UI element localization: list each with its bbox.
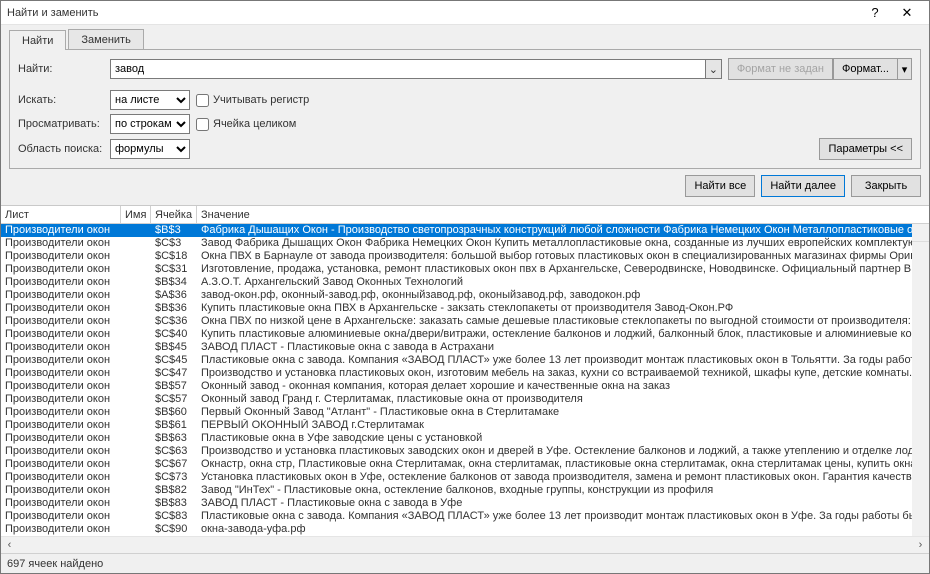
find-all-button[interactable]: Найти все <box>685 175 755 197</box>
table-row[interactable]: Производители окон$B$60Первый Оконный За… <box>1 406 929 419</box>
within-label: Искать: <box>18 94 110 106</box>
table-row[interactable]: Производители окон$B$3Фабрика Дышащих Ок… <box>1 224 929 237</box>
find-history-dropdown[interactable]: ⌄ <box>706 59 722 79</box>
results-list[interactable]: Производители окон$B$3Фабрика Дышащих Ок… <box>1 224 929 536</box>
chevron-down-icon: ▾ <box>902 63 908 76</box>
table-row[interactable]: Производители окон$B$45ЗАВОД ПЛАСТ - Пла… <box>1 341 929 354</box>
vertical-scrollbar[interactable] <box>912 224 929 536</box>
whole-cell-check[interactable]: Ячейка целиком <box>196 118 296 131</box>
horizontal-scrollbar[interactable]: ‹ › <box>1 536 929 553</box>
table-row[interactable]: Производители окон$B$83ЗАВОД ПЛАСТ - Пла… <box>1 497 929 510</box>
find-input[interactable] <box>110 59 706 79</box>
chevron-left-icon: ‹ <box>1 537 18 554</box>
help-button[interactable]: ? <box>859 2 891 24</box>
results-header: Лист Имя Ячейка Значение <box>1 206 929 224</box>
format-dropdown-button[interactable]: ▾ <box>898 58 912 80</box>
match-case-check[interactable]: Учитывать регистр <box>196 94 309 107</box>
table-row[interactable]: Производители окон$B$57Оконный завод - о… <box>1 380 929 393</box>
form-area: Найти Заменить Найти: ⌄ Формат не задан … <box>1 25 929 205</box>
find-next-button[interactable]: Найти далее <box>761 175 845 197</box>
titlebar: Найти и заменить ? ✕ <box>1 1 929 25</box>
tabs: Найти Заменить <box>9 25 921 49</box>
results-area: Лист Имя Ячейка Значение Производители о… <box>1 205 929 553</box>
dialog-title: Найти и заменить <box>7 7 859 19</box>
table-row[interactable]: Производители окон$B$82Завод "ИнТех" - П… <box>1 484 929 497</box>
table-row[interactable]: Производители окон$C$3Завод Фабрика Дыша… <box>1 237 929 250</box>
table-row[interactable]: Производители окон$B$61ПЕРВЫЙ ОКОННЫЙ ЗА… <box>1 419 929 432</box>
table-row[interactable]: Производители окон$C$40Купить пластиковы… <box>1 328 929 341</box>
no-format-button[interactable]: Формат не задан <box>728 58 833 80</box>
table-row[interactable]: Производители окон$B$63Пластиковые окна … <box>1 432 929 445</box>
table-row[interactable]: Производители окон$B$36Купить пластиковы… <box>1 302 929 315</box>
status-text: 697 ячеек найдено <box>7 558 103 570</box>
table-row[interactable]: Производители окон$C$36Окна ПВХ по низко… <box>1 315 929 328</box>
direction-select[interactable]: по строкам <box>110 114 190 134</box>
table-row[interactable]: Производители окон$C$73Установка пластик… <box>1 471 929 484</box>
look-in-label: Область поиска: <box>18 143 110 155</box>
table-row[interactable]: Производители окон$C$47Производство и ус… <box>1 367 929 380</box>
tab-find[interactable]: Найти <box>9 30 66 50</box>
chevron-right-icon: › <box>912 537 929 554</box>
close-button[interactable]: Закрыть <box>851 175 921 197</box>
within-select[interactable]: на листе <box>110 90 190 110</box>
tab-panel: Найти: ⌄ Формат не задан Формат... ▾ Иск… <box>9 49 921 169</box>
col-value-header[interactable]: Значение <box>197 206 911 223</box>
col-cell-header[interactable]: Ячейка <box>151 206 197 223</box>
table-row[interactable]: Производители окон$C$67Окнастр, окна стр… <box>1 458 929 471</box>
status-bar: 697 ячеек найдено <box>1 553 929 573</box>
chevron-down-icon: ⌄ <box>709 63 718 76</box>
direction-label: Просматривать: <box>18 118 110 130</box>
options-button[interactable]: Параметры << <box>819 138 912 160</box>
close-window-button[interactable]: ✕ <box>891 2 923 24</box>
table-row[interactable]: Производители окон$A$36завод-окон.рф, ок… <box>1 289 929 302</box>
table-row[interactable]: Производители окон$C$57Оконный завод Гра… <box>1 393 929 406</box>
table-row[interactable]: Производители окон$C$83Пластиковые окна … <box>1 510 929 523</box>
find-label: Найти: <box>18 63 110 75</box>
table-row[interactable]: Производители окон$C$90окна-завода-уфа.р… <box>1 523 929 536</box>
format-button[interactable]: Формат... <box>833 58 898 80</box>
table-row[interactable]: Производители окон$B$34А.З.О.Т. Архангел… <box>1 276 929 289</box>
tab-replace[interactable]: Заменить <box>68 29 143 49</box>
col-sheet-header[interactable]: Лист <box>1 206 121 223</box>
find-replace-dialog: Найти и заменить ? ✕ Найти Заменить Найт… <box>0 0 930 574</box>
look-in-select[interactable]: формулы <box>110 139 190 159</box>
col-name-header[interactable]: Имя <box>121 206 151 223</box>
table-row[interactable]: Производители окон$C$31Изготовление, про… <box>1 263 929 276</box>
table-row[interactable]: Производители окон$C$18Окна ПВХ в Барнау… <box>1 250 929 263</box>
table-row[interactable]: Производители окон$C$63Производство и ус… <box>1 445 929 458</box>
table-row[interactable]: Производители окон$C$45Пластиковые окна … <box>1 354 929 367</box>
